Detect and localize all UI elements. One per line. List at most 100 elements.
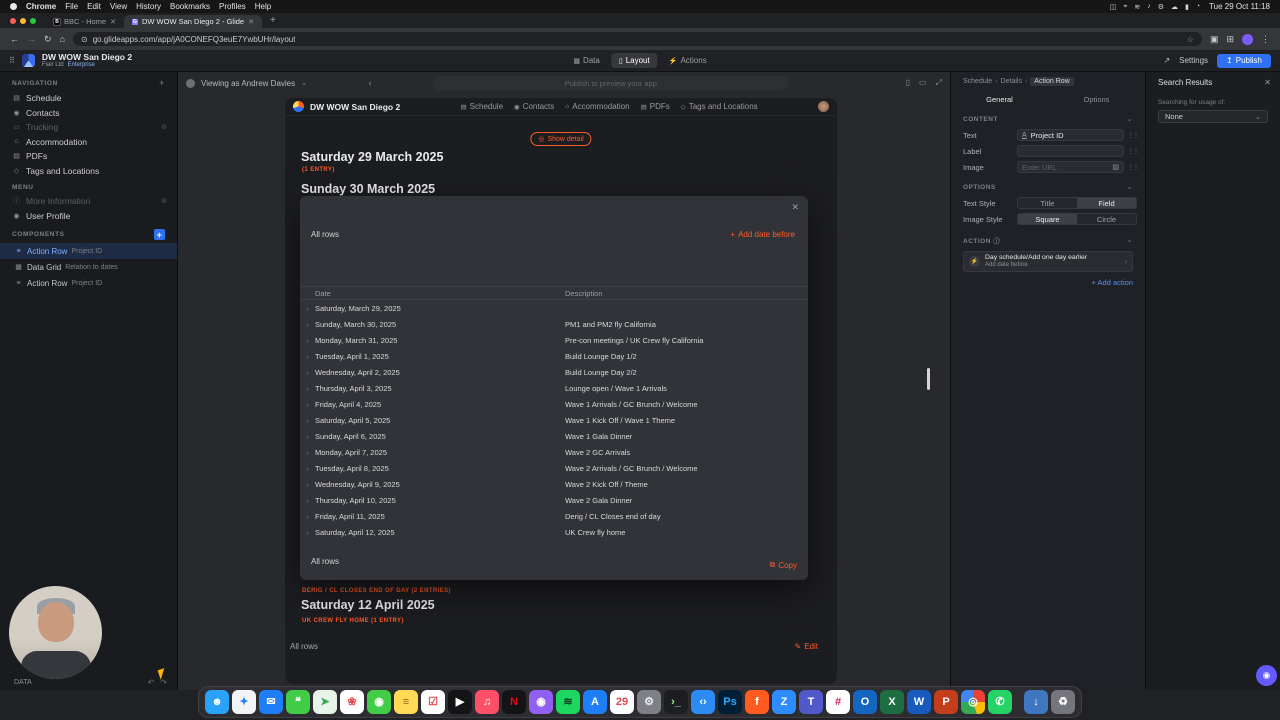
search-usage-select[interactable]: None ⌄ — [1158, 110, 1268, 123]
tab-general[interactable]: General — [951, 92, 1048, 107]
text-style-title-option[interactable]: Title — [1018, 198, 1077, 208]
close-tab-icon[interactable]: ✕ — [248, 18, 254, 26]
back-icon[interactable]: ← — [10, 34, 19, 44]
table-row[interactable]: › Sunday, March 30, 2025 PM1 and PM2 fly… — [300, 316, 808, 332]
reload-icon[interactable]: ↻ — [44, 34, 52, 45]
dock-icon[interactable]: ‹› — [691, 690, 715, 714]
image-url-field[interactable]: ▨ — [1017, 161, 1124, 173]
menubar-item-edit[interactable]: Edit — [87, 2, 101, 11]
bookmark-star-icon[interactable]: ☆ — [1187, 35, 1194, 44]
label-input[interactable] — [1017, 145, 1124, 157]
status-icon[interactable]: ◔ — [1196, 3, 1200, 10]
dock-icon[interactable]: A — [583, 690, 607, 714]
action-card[interactable]: ⚡ Day schedule/Add one day earlier Add d… — [963, 251, 1133, 272]
browser-profile-avatar[interactable] — [1242, 33, 1253, 45]
dock-icon[interactable]: N — [502, 690, 526, 714]
dock-icon[interactable]: X — [880, 690, 904, 714]
breadcrumb-details[interactable]: Details — [1001, 78, 1022, 85]
options-section-header[interactable]: OPTIONS ⌄ — [951, 175, 1145, 195]
extensions-icon[interactable]: ⊞ — [1226, 34, 1234, 45]
menubar-item-history[interactable]: History — [136, 2, 161, 11]
dock-icon[interactable]: ›_ — [664, 690, 688, 714]
data-label[interactable]: DATA — [14, 679, 32, 686]
add-date-before-button[interactable]: + Add date before — [730, 230, 795, 239]
zoom-window-button[interactable] — [30, 18, 36, 24]
loom-record-button[interactable]: ◉ — [1256, 665, 1277, 686]
sidebar-item-schedule[interactable]: ▤ Schedule — [0, 91, 177, 106]
publish-button[interactable]: ↥ Publish — [1217, 53, 1271, 68]
show-detail-button[interactable]: ◎ Show detail — [530, 132, 592, 146]
dock-icon[interactable]: ✆ — [988, 690, 1012, 714]
sidebar-item-trucking[interactable]: ▭ Trucking ⊘ — [0, 120, 177, 135]
share-icon[interactable]: ↗ — [1163, 56, 1170, 65]
table-row[interactable]: › Thursday, April 10, 2025 Wave 2 Gala D… — [300, 492, 808, 508]
action-section-header[interactable]: ACTION ⓘ ⌄ — [951, 227, 1145, 249]
close-window-button[interactable] — [10, 18, 16, 24]
dock-icon[interactable]: O — [853, 690, 877, 714]
drag-handle-icon[interactable]: ⋮⋮ — [1128, 164, 1139, 171]
dock-icon[interactable]: ≡ — [394, 690, 418, 714]
image-url-input[interactable] — [1022, 162, 1119, 172]
component-data-grid[interactable]: ▦ Data Grid Relation to dates — [0, 259, 177, 275]
table-row[interactable]: › Thursday, April 3, 2025 Lounge open / … — [300, 380, 808, 396]
dock-icon[interactable]: ➤ — [313, 690, 337, 714]
app-logo[interactable] — [21, 54, 35, 67]
drag-handle-icon[interactable]: ⋮⋮ — [1128, 148, 1139, 155]
sidebar-item-contacts[interactable]: ◉ Contacts — [0, 106, 177, 121]
browser-tab-bbc[interactable]: B BBC - Home ✕ — [46, 15, 124, 28]
dock-icon[interactable]: Ps — [718, 690, 742, 714]
tab-data[interactable]: ▦ Data — [565, 53, 608, 68]
table-row[interactable]: › Tuesday, April 1, 2025 Build Lounge Da… — [300, 348, 808, 364]
dock-icon[interactable]: ♫ — [475, 690, 499, 714]
app-tab[interactable]: ◉ Contacts — [514, 102, 554, 111]
apple-menu-icon[interactable] — [10, 3, 17, 10]
forward-icon[interactable]: → — [27, 34, 36, 44]
copy-button[interactable]: ⧉ Copy — [770, 560, 797, 570]
dock-icon[interactable]: ❀ — [340, 690, 364, 714]
dock-icon[interactable]: ↓ — [1024, 690, 1048, 714]
dock-icon[interactable]: ▶ — [448, 690, 472, 714]
dock-icon[interactable]: f — [745, 690, 769, 714]
status-icon[interactable]: ⚙ — [1158, 3, 1164, 11]
table-row[interactable]: › Sunday, April 6, 2025 Wave 1 Gala Dinn… — [300, 428, 808, 444]
breadcrumb-action-row[interactable]: Action Row — [1030, 77, 1074, 86]
component-action-row-2[interactable]: ≡ Action Row Project ID — [0, 275, 177, 291]
close-modal-icon[interactable]: ✕ — [791, 202, 799, 213]
address-bar[interactable]: ⊙ go.glideapps.com/app/jA0CONEFQ3euE7Ywb… — [72, 32, 1202, 46]
browser-menu-icon[interactable]: ⋮ — [1261, 34, 1270, 45]
status-icon[interactable]: ≋ — [1134, 3, 1140, 11]
close-tab-icon[interactable]: ✕ — [110, 18, 116, 26]
status-icon[interactable]: ⌖ — [1123, 3, 1127, 11]
dock-icon[interactable]: ☑ — [421, 690, 445, 714]
table-row[interactable]: › Monday, March 31, 2025 Pre-con meeting… — [300, 332, 808, 348]
add-navigation-icon[interactable]: + — [159, 78, 165, 88]
apps-grid-icon[interactable]: ⠿ — [9, 56, 15, 65]
image-style-square-option[interactable]: Square — [1018, 214, 1077, 224]
table-row[interactable]: › Tuesday, April 8, 2025 Wave 2 Arrivals… — [300, 460, 808, 476]
dock-icon[interactable]: ⚙ — [637, 690, 661, 714]
app-tab[interactable]: ⌂ Accommodation — [565, 102, 629, 111]
dock-icon[interactable]: # — [826, 690, 850, 714]
site-settings-icon[interactable]: ⊙ — [81, 35, 88, 44]
dock-icon[interactable]: 29 — [610, 690, 634, 714]
close-search-icon[interactable]: ✕ — [1264, 78, 1271, 87]
tab-actions[interactable]: ⚡ Actions — [661, 53, 715, 68]
table-row[interactable]: › Saturday, March 29, 2025 — [300, 300, 808, 316]
undo-icon[interactable]: ↶ — [148, 678, 155, 687]
dock-icon[interactable]: ◉ — [367, 690, 391, 714]
fullscreen-icon[interactable]: ⤢ — [936, 78, 942, 88]
status-icon[interactable]: ▮ — [1185, 3, 1189, 11]
menubar-item-profiles[interactable]: Profiles — [219, 2, 246, 11]
dock-icon[interactable]: P — [934, 690, 958, 714]
phone-preview-icon[interactable]: ▯ — [906, 78, 910, 88]
browser-tab-glide[interactable]: G DW WOW San Diego 2 - Glide ✕ — [123, 15, 262, 28]
table-row[interactable]: › Monday, April 7, 2025 Wave 2 GC Arriva… — [300, 444, 808, 460]
preview-scrollbar[interactable] — [927, 368, 930, 390]
table-row[interactable]: › Friday, April 11, 2025 Derig / CL Clos… — [300, 508, 808, 524]
minimize-window-button[interactable] — [20, 18, 26, 24]
sidebar-item-pdfs[interactable]: ▤ PDFs — [0, 149, 177, 164]
text-value-field[interactable]: A Project ID — [1017, 129, 1124, 141]
desktop-preview-icon[interactable]: ▭ — [919, 78, 927, 88]
menubar-item-bookmarks[interactable]: Bookmarks — [170, 2, 210, 11]
dock-icon[interactable]: ✦ — [232, 690, 256, 714]
